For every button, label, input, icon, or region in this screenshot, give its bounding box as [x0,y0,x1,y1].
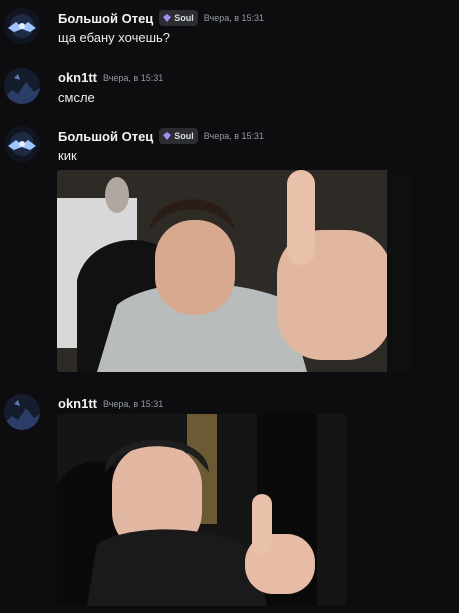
message-1: Большой Отец Soul Вчера, в 15:31 ща ебан… [0,0,459,50]
timestamp: Вчера, в 15:31 [103,72,164,83]
message-3: Большой Отец Soul Вчера, в 15:31 кик [0,118,459,378]
author-name[interactable]: Большой Отец [58,11,153,26]
author-avatar[interactable] [4,126,40,162]
purple-gem-icon [163,14,172,22]
soul-badge[interactable]: Soul [159,10,198,26]
badge-label: Soul [174,13,194,23]
author-name[interactable]: okn1tt [58,396,97,411]
message-text: ща ебану хочешь? [58,30,171,45]
author-name[interactable]: okn1tt [58,70,97,85]
message-2: okn1tt Вчера, в 15:31 смсле [0,60,459,110]
badge-label: Soul [174,131,194,141]
timestamp: Вчера, в 15:31 [203,131,265,141]
author-name[interactable]: Большой Отец [58,129,153,144]
message-text: кик [58,148,77,163]
message-4: okn1tt Вчера, в 15:31 [0,386,459,613]
gif-attachment[interactable] [57,414,346,606]
timestamp: Вчера, в 15:31 [103,398,164,409]
gif-attachment[interactable] [57,170,413,372]
purple-gem-icon [163,132,172,140]
message-text: смсле [58,90,95,105]
timestamp: Вчера, в 15:31 [203,13,265,23]
soul-badge[interactable]: Soul [159,128,198,144]
author-avatar[interactable] [4,394,40,430]
author-avatar[interactable] [4,68,40,104]
author-avatar[interactable] [4,8,40,44]
